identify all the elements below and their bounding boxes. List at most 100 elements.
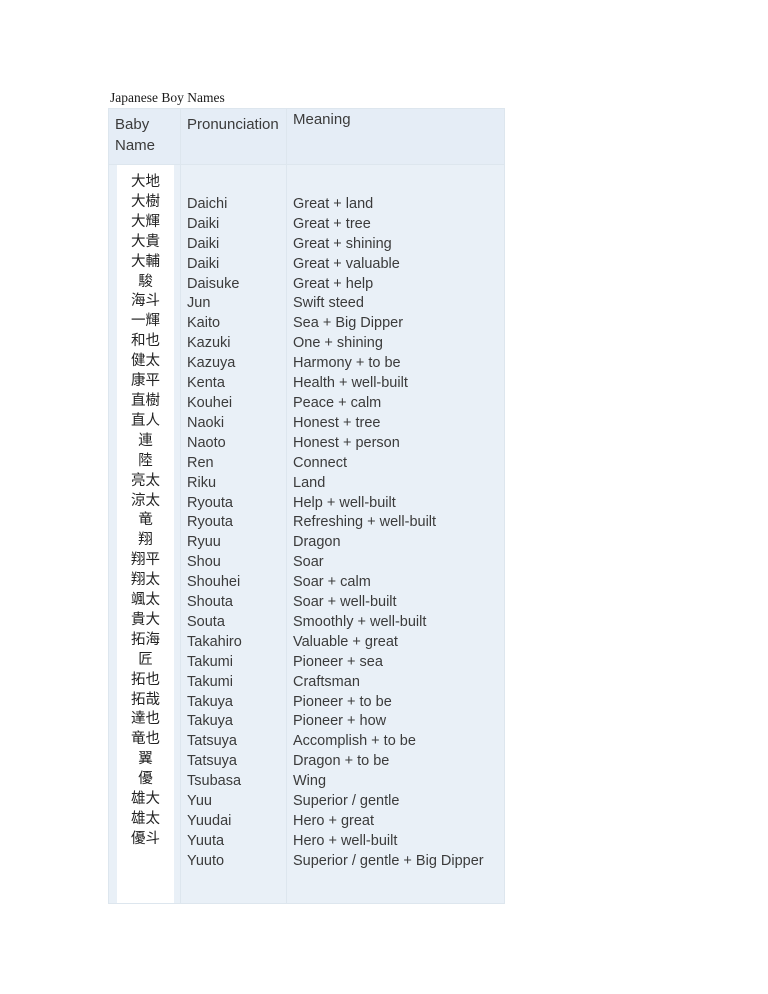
list-item: Pioneer + sea (293, 653, 383, 670)
list-item: 直人 (131, 412, 160, 429)
cell-baby-names: 大地 大樹 大輝 大貴 大輔駿海斗 一輝 和也 健太 康平 直樹 直人連陸亮太 涼太竜翔翔平 翔太 颯太貴… (108, 164, 181, 904)
list-item: Ryouta (187, 494, 233, 511)
list-item: Shouhei (187, 574, 241, 591)
list-item: 雄太 (131, 811, 160, 827)
list-item: Tatsuya (187, 733, 237, 750)
list-item: 直樹 (131, 392, 160, 409)
list-item: Sea + Big Dipper (293, 315, 404, 332)
list-item: Kazuya (187, 355, 236, 372)
japanese-boy-names-table: Baby Name Pronunciation Meaning 大地 大樹 大輝 大貴… (108, 108, 505, 904)
list-item: 優斗 (131, 830, 160, 847)
list-item: 翔平 (131, 552, 160, 569)
cell-pronunciations: Daichi Daiki Daiki Daiki Daisuke Jun Kaito Kazu… (180, 164, 287, 904)
list-item: Peace + calm (293, 394, 382, 411)
list-item: 海斗 (131, 293, 160, 310)
list-item: Shou (187, 554, 221, 571)
list-item: Smoothly + well-built (293, 613, 427, 630)
list-item: Connect (293, 454, 348, 471)
list-item: Soar + calm (293, 574, 371, 591)
list-item: Pioneer + how (293, 713, 387, 730)
list-item: Souta (187, 613, 225, 630)
list-item: Hero + well-built (293, 832, 398, 849)
list-item: Superior / gentle (293, 793, 400, 810)
baby-name-list: 大地 大樹 大輝 大貴 大輔駿海斗 一輝 和也 健太 康平 直樹 直人連陸亮太 涼太竜翔翔平 翔太 颯太貴… (117, 165, 174, 903)
list-item: 拓哉 (131, 691, 160, 708)
list-item: 健太 (131, 353, 160, 370)
list-item: 貴大 (131, 611, 160, 628)
list-item: Kenta (187, 375, 225, 392)
list-item: Ryouta (187, 514, 233, 531)
list-item: Honest + tree (293, 414, 381, 431)
table-row: 大地 大樹 大輝 大貴 大輔駿海斗 一輝 和也 健太 康平 直樹 直人連陸亮太 涼太竜翔翔平 翔太 颯太貴… (108, 164, 505, 904)
list-item: Ryuu (187, 534, 221, 551)
list-item: Takahiro (187, 633, 242, 650)
list-item: Kouhei (187, 394, 233, 411)
list-item: 翔太 (131, 572, 160, 589)
list-item: Great + shining (293, 235, 392, 252)
list-item: Yuuta (187, 832, 225, 849)
list-item: 雄大 (131, 791, 160, 808)
list-item: 翼 (138, 751, 153, 768)
list-item: Naoki (187, 414, 225, 431)
list-item: 拓海 (131, 631, 160, 648)
list-item: Takumi (187, 673, 233, 690)
list-item: 達也 (131, 711, 160, 728)
list-item: Yuudai (187, 813, 232, 829)
list-item: Daiki (187, 235, 220, 252)
column-header-pronunciation: Pronunciation (180, 108, 287, 165)
column-header-meaning: Meaning (286, 108, 505, 165)
list-item: Tatsuya (187, 753, 237, 770)
list-item: 大輔 (131, 253, 160, 270)
list-item: Daichi (187, 195, 228, 212)
list-item: Great + valuable (293, 255, 400, 272)
list-item: Health + well-built (293, 375, 408, 392)
list-item: 大地 (131, 174, 160, 190)
list-item: Superior / gentle + Big Dipper (293, 852, 484, 869)
list-item: Takuya (187, 713, 233, 730)
list-item: One + shining (293, 335, 383, 352)
list-item: 大輝 (131, 213, 160, 230)
list-item: Pioneer + to be (293, 693, 392, 710)
list-item: 翔 (138, 532, 153, 549)
pronunciation-list: Daichi Daiki Daiki Daiki Daisuke Jun Kaito Kazu… (187, 175, 280, 872)
list-item: Great + tree (293, 215, 371, 232)
list-item: Dragon (293, 534, 341, 551)
list-item: Yuu (187, 793, 212, 810)
list-item: 和也 (131, 333, 160, 350)
list-item: Ren (187, 454, 214, 471)
list-item: Jun (187, 295, 211, 312)
list-item: Dragon + to be (293, 753, 390, 770)
list-item: Honest + person (293, 434, 400, 451)
list-item: 康平 (131, 373, 160, 390)
list-item: Wing (293, 773, 327, 790)
list-item: Takuya (187, 693, 233, 710)
list-item: Soar (293, 554, 324, 571)
list-item: Harmony + to be (293, 355, 401, 372)
list-item: 駿 (138, 273, 153, 290)
column-header-baby-name: Baby Name (108, 108, 181, 165)
list-item: 竜 (138, 512, 153, 529)
list-item: 連 (138, 432, 153, 449)
list-item: 涼太 (131, 492, 160, 509)
list-item: Daiki (187, 215, 220, 232)
list-item: Tsubasa (187, 773, 242, 790)
page-root: Japanese Boy Names Baby Name Pronunciati… (0, 0, 768, 994)
list-item: Refreshing + well-built (293, 514, 437, 531)
list-item: 匠 (138, 651, 153, 668)
list-item: 拓也 (131, 671, 160, 688)
list-item: Daisuke (187, 275, 240, 292)
list-item: Riku (187, 474, 217, 491)
list-item: Valuable + great (293, 633, 398, 650)
list-item: Daiki (187, 255, 220, 272)
cell-meanings: Great + land Great + tree Great + shining G… (286, 164, 505, 904)
list-item: Craftsman (293, 673, 360, 690)
list-item: 一輝 (131, 313, 160, 330)
list-item: Yuuto (187, 852, 225, 869)
list-item: 竜也 (131, 731, 160, 748)
list-item: 大樹 (131, 193, 160, 210)
list-item: Great + land (293, 195, 374, 212)
table-header-row: Baby Name Pronunciation Meaning (108, 108, 505, 165)
list-item: Hero + great (293, 813, 375, 829)
page-title: Japanese Boy Names (110, 90, 225, 105)
list-item: Kazuki (187, 335, 231, 352)
